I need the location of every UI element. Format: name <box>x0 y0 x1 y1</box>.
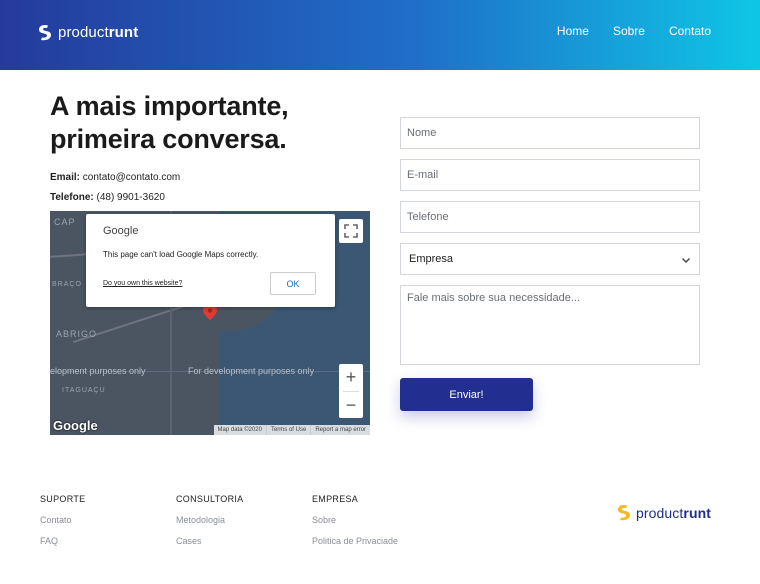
footer-link-contato[interactable]: Contato <box>40 515 85 525</box>
zoom-out-button[interactable]: − <box>339 392 363 419</box>
contact-phone: Telefone: (48) 9901-3620 <box>50 192 165 203</box>
logo-mark-icon <box>618 505 630 521</box>
zoom-control: + − <box>339 364 363 418</box>
main-nav: Home Sobre Contato <box>557 24 711 38</box>
headline-line-2: primeira conversa. <box>50 124 287 154</box>
dev-watermark-right: For development purposes only <box>188 366 315 376</box>
footer-logo-text: productrunt <box>636 504 712 521</box>
footer-heading: CONSULTORIA <box>176 494 244 504</box>
map-label: ABRIGO <box>56 329 98 339</box>
chevron-down-icon <box>682 258 690 263</box>
name-input[interactable] <box>400 117 700 149</box>
contact-email: Email: contato@contato.com <box>50 172 180 183</box>
footer-heading: SUPORTE <box>40 494 86 504</box>
map-label: ITAGUAÇU <box>62 387 106 394</box>
email-input[interactable] <box>400 159 700 191</box>
footer-link-faq[interactable]: FAQ <box>40 536 85 546</box>
header-logo[interactable]: productrunt <box>38 24 138 41</box>
phone-value: (48) 9901-3620 <box>96 192 165 203</box>
terms-link[interactable]: Terms of Use <box>265 425 310 435</box>
zoom-in-button[interactable]: + <box>339 364 363 391</box>
nav-home[interactable]: Home <box>557 24 589 38</box>
dev-watermark-left: elopment purposes only <box>50 366 146 376</box>
fullscreen-button[interactable] <box>339 219 363 243</box>
company-select[interactable]: Empresa <box>400 243 700 275</box>
fullscreen-icon <box>344 224 358 238</box>
logo-mark-icon <box>39 25 51 41</box>
footer-link-cases[interactable]: Cases <box>176 536 243 546</box>
own-website-link[interactable]: Do you own this website? <box>103 280 182 287</box>
headline-line-1: A mais importante, <box>50 91 289 121</box>
report-error-link[interactable]: Report a map error <box>310 425 370 435</box>
dialog-message: This page can't load Google Maps correct… <box>103 250 259 259</box>
phone-input[interactable] <box>400 201 700 233</box>
phone-label: Telefone: <box>50 192 94 203</box>
page-title: A mais importante, primeira conversa. <box>50 90 350 156</box>
footer-link-privacidade[interactable]: Politica de Privaciade <box>312 536 398 546</box>
footer-column-suporte: SUPORTE Contato FAQ <box>40 494 85 557</box>
site-header: productrunt Home Sobre Contato <box>0 0 760 70</box>
nav-sobre[interactable]: Sobre <box>613 24 645 38</box>
footer-column-consultoria: CONSULTORIA Metodologia Cases <box>176 494 243 557</box>
email-value: contato@contato.com <box>82 172 181 183</box>
company-select-value: Empresa <box>409 253 454 265</box>
map-label: BRAÇO <box>52 281 82 288</box>
logo-text: productrunt <box>58 24 139 41</box>
map-attribution: Map data ©2020 Terms of Use Report a map… <box>213 425 370 435</box>
map-label: CAP <box>54 217 76 227</box>
dialog-title: Google <box>103 225 139 237</box>
dialog-ok-button[interactable]: OK <box>270 272 316 295</box>
footer-logo[interactable]: productrunt <box>617 504 711 521</box>
footer-column-empresa: EMPRESA Sobre Politica de Privaciade <box>312 494 398 557</box>
maps-error-dialog: Google This page can't load Google Maps … <box>86 214 335 307</box>
map-data-text: Map data ©2020 <box>217 427 262 433</box>
message-textarea[interactable] <box>400 285 700 365</box>
submit-button[interactable]: Enviar! <box>400 378 533 411</box>
footer-heading: EMPRESA <box>312 494 359 504</box>
nav-contato[interactable]: Contato <box>669 24 711 38</box>
footer-link-metodologia[interactable]: Metodologia <box>176 515 243 525</box>
google-watermark[interactable]: Google <box>53 418 98 433</box>
footer-link-sobre[interactable]: Sobre <box>312 515 398 525</box>
email-label: Email: <box>50 172 81 183</box>
